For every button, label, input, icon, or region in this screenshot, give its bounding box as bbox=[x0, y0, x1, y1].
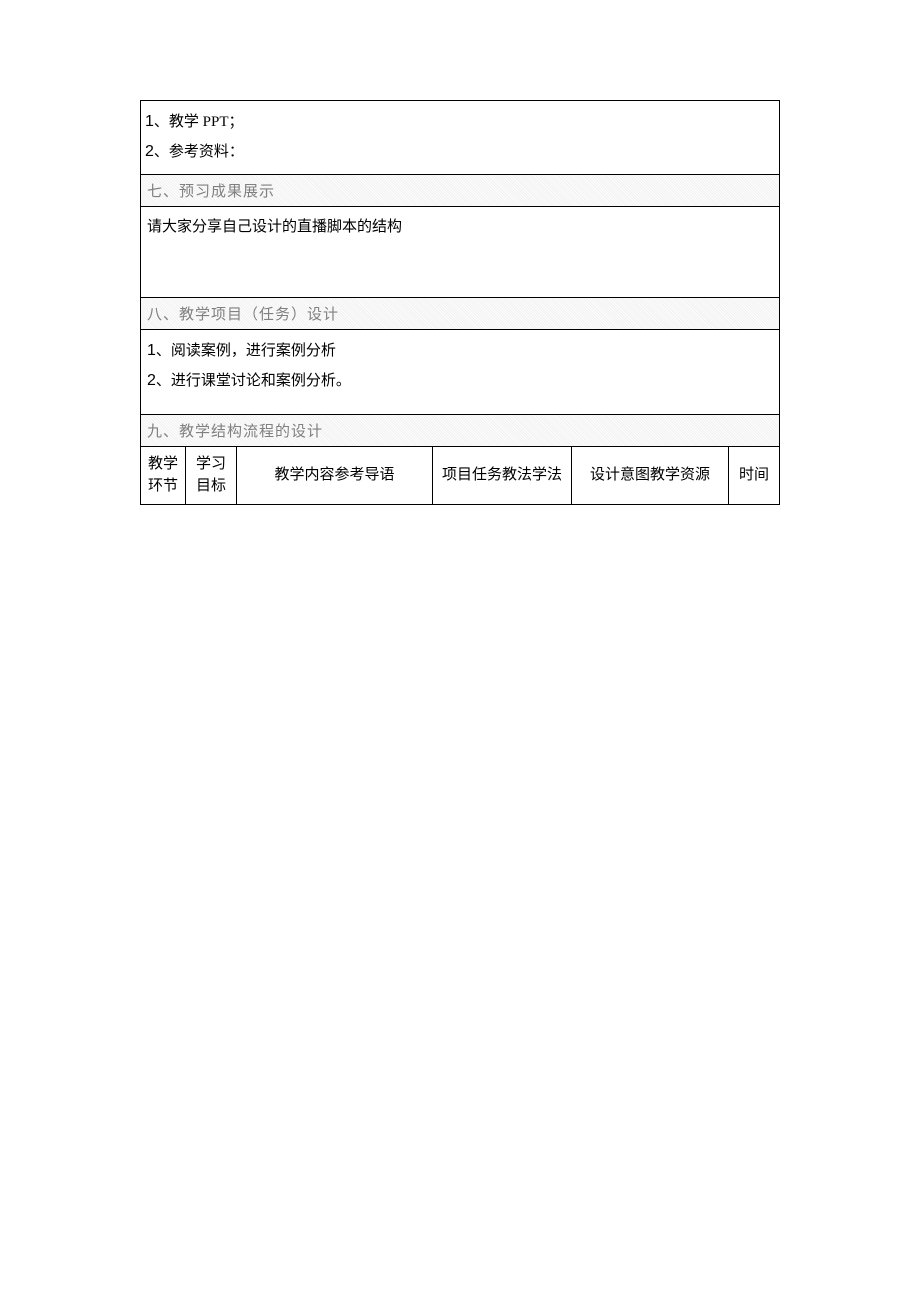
header-learning-goal: 学习目标 bbox=[186, 447, 237, 504]
document-page: 1、教学 PPT； 2、参考资料： 七、预习成果展示 请大家分享自己设计的直播脚… bbox=[140, 100, 780, 505]
header-task-method: 项目任务教法学法 bbox=[433, 447, 572, 504]
section8-line-1: 1、阅读案例，进行案例分析 bbox=[147, 336, 773, 366]
section8-heading: 八、教学项目（任务）设计 bbox=[141, 298, 779, 330]
header-time: 时间 bbox=[729, 447, 780, 504]
section9-table: 教学环节 学习目标 教学内容参考导语 项目任务教法学法 设计意图教学资源 时间 bbox=[141, 447, 779, 504]
header-content-guide: 教学内容参考导语 bbox=[237, 447, 433, 504]
section7-body: 请大家分享自己设计的直播脚本的结构 bbox=[141, 207, 779, 298]
header-teaching-stage: 教学环节 bbox=[141, 447, 186, 504]
section8-body: 1、阅读案例，进行案例分析 2、进行课堂讨论和案例分析。 bbox=[141, 330, 779, 415]
materials-line-1: 1、教学 PPT； bbox=[145, 107, 773, 137]
section-materials-body: 1、教学 PPT； 2、参考资料： bbox=[141, 101, 779, 175]
lesson-plan-table: 1、教学 PPT； 2、参考资料： 七、预习成果展示 请大家分享自己设计的直播脚… bbox=[140, 100, 780, 505]
section9-heading: 九、教学结构流程的设计 bbox=[141, 415, 779, 447]
header-design-resource: 设计意图教学资源 bbox=[572, 447, 729, 504]
table-row: 教学环节 学习目标 教学内容参考导语 项目任务教法学法 设计意图教学资源 时间 bbox=[141, 447, 779, 504]
section8-line-2: 2、进行课堂讨论和案例分析。 bbox=[147, 366, 773, 396]
materials-line-2: 2、参考资料： bbox=[145, 137, 773, 167]
section7-heading: 七、预习成果展示 bbox=[141, 175, 779, 207]
